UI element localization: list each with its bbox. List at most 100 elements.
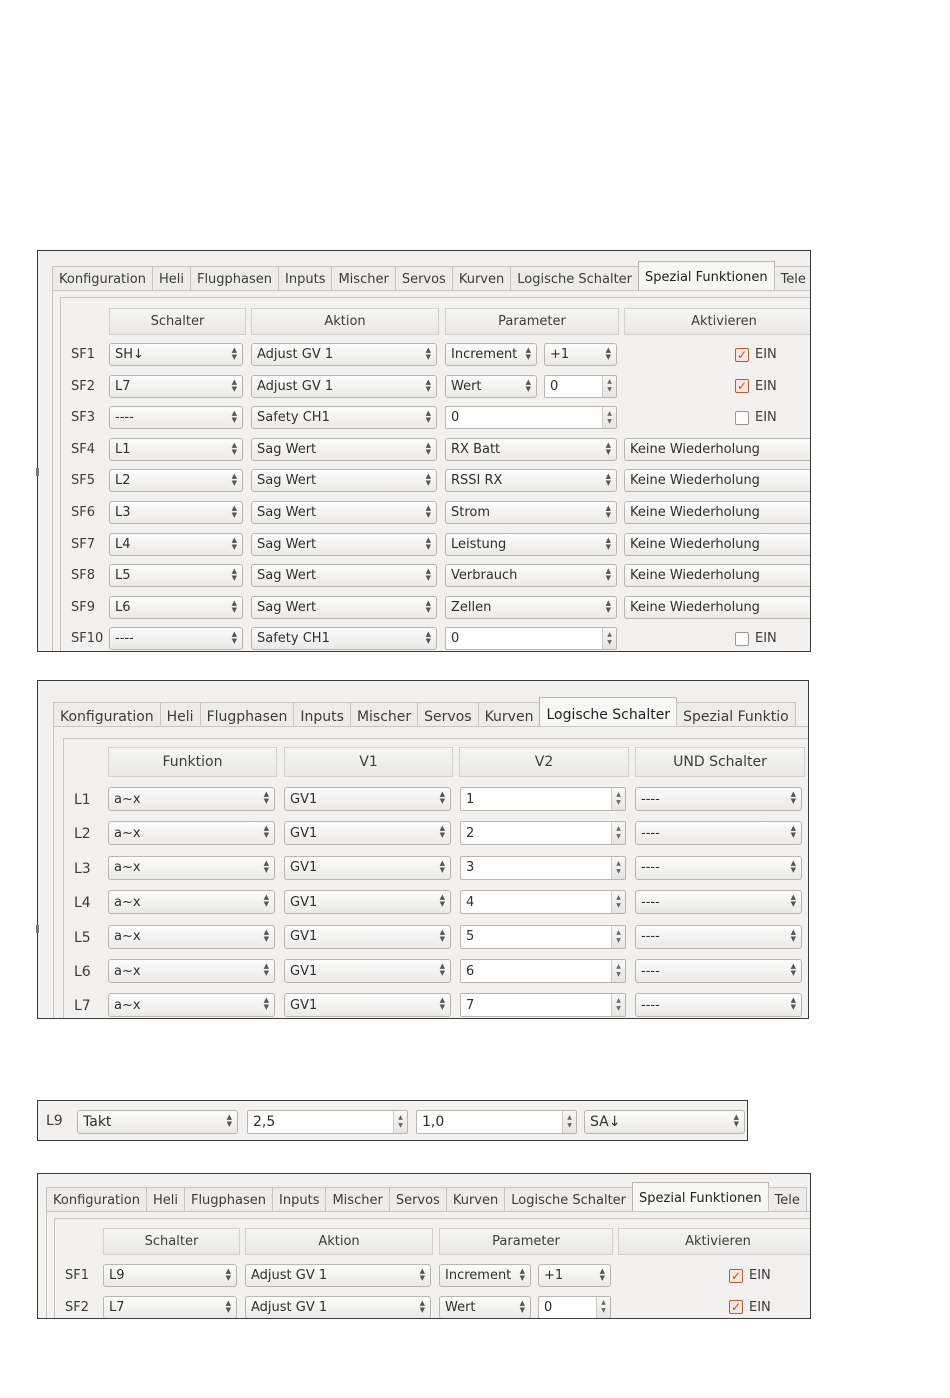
tab-heli[interactable]: Heli <box>151 266 191 292</box>
funktion-select[interactable]: a~x ▲ ▼ <box>108 821 275 846</box>
parameter-select[interactable]: Zellen ▲ ▼ <box>445 595 617 619</box>
schalter-select[interactable]: L1 ▲ ▼ <box>109 437 243 461</box>
funktion-select[interactable]: a~x ▲ ▼ <box>108 993 275 1018</box>
parameter-select[interactable]: Leistung ▲ ▼ <box>445 532 617 556</box>
spin-arrows-icon[interactable]: ▲ ▼ <box>611 960 625 982</box>
spin-arrows-icon[interactable]: ▲ ▼ <box>393 1111 407 1133</box>
tab-konfiguration[interactable]: Konfiguration <box>52 266 153 292</box>
spin-arrows-icon[interactable]: ▲ ▼ <box>602 628 616 650</box>
parameter-input[interactable]: 0 ▲ ▼ <box>445 406 617 430</box>
value-input[interactable]: 0 ▲ ▼ <box>544 374 617 398</box>
schalter-select[interactable]: L7 ▲ ▼ <box>109 374 243 398</box>
schalter-select[interactable]: L6 ▲ ▼ <box>109 595 243 619</box>
und-schalter-select[interactable]: ---- ▲ ▼ <box>635 855 802 880</box>
aktivieren-checkbox[interactable]: ✓ EIN <box>729 1300 771 1315</box>
spin-arrows-icon[interactable]: ▲ ▼ <box>611 891 625 914</box>
v2-input[interactable]: 4 ▲ ▼ <box>460 890 626 915</box>
parameter-select[interactable]: Verbrauch ▲ ▼ <box>445 564 617 588</box>
aktivieren-checkbox[interactable]: ✓ EIN <box>735 347 777 362</box>
funktion-select[interactable]: a~x ▲ ▼ <box>108 959 275 983</box>
und-schalter-select[interactable]: ---- ▲ ▼ <box>635 993 802 1018</box>
und-schalter-select[interactable]: ---- ▲ ▼ <box>635 821 802 846</box>
repeat-select[interactable]: Keine Wiederholung <box>624 469 810 493</box>
spin-arrows-icon[interactable]: ▲ ▼ <box>611 822 625 845</box>
aktivieren-checkbox[interactable]: EIN <box>735 410 777 425</box>
aktion-select[interactable]: Adjust GV 1 ▲ ▼ <box>251 343 437 366</box>
spin-arrows-icon[interactable]: ▲ ▼ <box>611 994 625 1017</box>
repeat-select[interactable]: Keine Wiederholung <box>624 501 810 524</box>
v1-select[interactable]: GV1 ▲ ▼ <box>284 890 451 915</box>
value-select[interactable]: +1 ▲ ▼ <box>544 343 617 366</box>
repeat-select[interactable]: Keine Wiederholung <box>624 532 810 556</box>
tab-mischer[interactable]: Mischer <box>331 266 396 292</box>
repeat-select[interactable]: Keine Wiederholung <box>624 437 810 461</box>
aktion-select[interactable]: Sag Wert ▲ ▼ <box>251 501 437 524</box>
funktion-select[interactable]: a~x ▲ ▼ <box>108 890 275 915</box>
parameter-select[interactable]: Increment ▲ ▼ <box>445 343 537 366</box>
tab-spezial-funktionen[interactable]: Spezial Funktionen <box>638 261 775 292</box>
tab-flugphasen[interactable]: Flugphasen <box>189 266 280 292</box>
repeat-select[interactable]: Keine Wiederholung <box>624 595 810 619</box>
aktion-select[interactable]: Sag Wert ▲ ▼ <box>251 595 437 619</box>
tab-konfiguration[interactable]: Konfiguration <box>46 1187 147 1213</box>
aktivieren-checkbox[interactable]: EIN <box>735 631 777 646</box>
aktion-select[interactable]: Safety CH1 ▲ ▼ <box>251 406 437 430</box>
schalter-select[interactable]: L3 ▲ ▼ <box>109 501 243 524</box>
und-schalter-select[interactable]: ---- ▲ ▼ <box>635 959 802 983</box>
v2-input[interactable]: 3 ▲ ▼ <box>460 855 626 880</box>
parameter-select[interactable]: RX Batt ▲ ▼ <box>445 437 617 461</box>
l9-funktion-select[interactable]: Takt ▲ ▼ <box>77 1110 238 1134</box>
schalter-select[interactable]: ---- ▲ ▼ <box>109 406 243 430</box>
spin-arrows-icon[interactable]: ▲ ▼ <box>596 1296 610 1318</box>
parameter-input[interactable]: 0 ▲ ▼ <box>445 627 617 651</box>
repeat-select[interactable]: Keine Wiederholung <box>624 564 810 588</box>
tab-servos[interactable]: Servos <box>388 1187 447 1213</box>
tab-servos[interactable]: Servos <box>394 266 453 292</box>
spin-arrows-icon[interactable]: ▲ ▼ <box>562 1111 576 1133</box>
tab-kurven[interactable]: Kurven <box>445 1187 506 1213</box>
v1-select[interactable]: GV1 ▲ ▼ <box>284 924 451 949</box>
v1-select[interactable]: GV1 ▲ ▼ <box>284 787 451 811</box>
aktion-select[interactable]: Sag Wert ▲ ▼ <box>251 469 437 493</box>
l9-und-select[interactable]: SA↓ ▲ ▼ <box>584 1110 745 1134</box>
tab-logische-schalter[interactable]: Logische Schalter <box>504 1187 634 1213</box>
funktion-select[interactable]: a~x ▲ ▼ <box>108 924 275 949</box>
parameter-select[interactable]: Wert ▲ ▼ <box>445 374 537 398</box>
spin-arrows-icon[interactable]: ▲ ▼ <box>611 788 625 810</box>
checkbox-unchecked-icon[interactable] <box>735 631 749 646</box>
v2-input[interactable]: 5 ▲ ▼ <box>460 924 626 949</box>
v1-select[interactable]: GV1 ▲ ▼ <box>284 993 451 1018</box>
aktion-select[interactable]: Adjust GV 1 ▲ ▼ <box>245 1295 431 1318</box>
und-schalter-select[interactable]: ---- ▲ ▼ <box>635 787 802 811</box>
v2-input[interactable]: 7 ▲ ▼ <box>460 993 626 1018</box>
tab-logische-schalter[interactable]: Logische Schalter <box>510 266 640 292</box>
schalter-select[interactable]: L2 ▲ ▼ <box>109 469 243 493</box>
aktion-select[interactable]: Safety CH1 ▲ ▼ <box>251 627 437 651</box>
spin-arrows-icon[interactable]: ▲ ▼ <box>611 856 625 879</box>
l9-v2-input[interactable]: 1,0 ▲ ▼ <box>416 1110 577 1134</box>
schalter-select[interactable]: L4 ▲ ▼ <box>109 532 243 556</box>
schalter-select[interactable]: L5 ▲ ▼ <box>109 564 243 588</box>
spin-arrows-icon[interactable]: ▲ ▼ <box>611 925 625 948</box>
tab-inputs[interactable]: Inputs <box>278 266 333 292</box>
aktivieren-checkbox[interactable]: ✓ EIN <box>735 379 777 394</box>
funktion-select[interactable]: a~x ▲ ▼ <box>108 855 275 880</box>
tab-inputs[interactable]: Inputs <box>272 1187 327 1213</box>
schalter-select[interactable]: ---- ▲ ▼ <box>109 627 243 651</box>
tab-telemetrie[interactable]: Tele <box>773 266 810 292</box>
aktion-select[interactable]: Sag Wert ▲ ▼ <box>251 564 437 588</box>
checkbox-checked-icon[interactable]: ✓ <box>729 1268 743 1283</box>
parameter-select[interactable]: Increment ▲ ▼ <box>439 1264 531 1287</box>
und-schalter-select[interactable]: ---- ▲ ▼ <box>635 890 802 915</box>
v1-select[interactable]: GV1 ▲ ▼ <box>284 821 451 846</box>
spin-arrows-icon[interactable]: ▲ ▼ <box>602 407 616 429</box>
tab-telemetrie[interactable]: Tele <box>767 1187 807 1213</box>
parameter-select[interactable]: Strom ▲ ▼ <box>445 501 617 524</box>
v1-select[interactable]: GV1 ▲ ▼ <box>284 959 451 983</box>
aktion-select[interactable]: Adjust GV 1 ▲ ▼ <box>251 374 437 398</box>
tab-spezial-funktionen[interactable]: Spezial Funktionen <box>632 1182 769 1213</box>
spin-arrows-icon[interactable]: ▲ ▼ <box>602 375 616 397</box>
aktion-select[interactable]: Adjust GV 1 ▲ ▼ <box>245 1264 431 1287</box>
checkbox-checked-icon[interactable]: ✓ <box>729 1300 743 1315</box>
tab-mischer[interactable]: Mischer <box>325 1187 390 1213</box>
